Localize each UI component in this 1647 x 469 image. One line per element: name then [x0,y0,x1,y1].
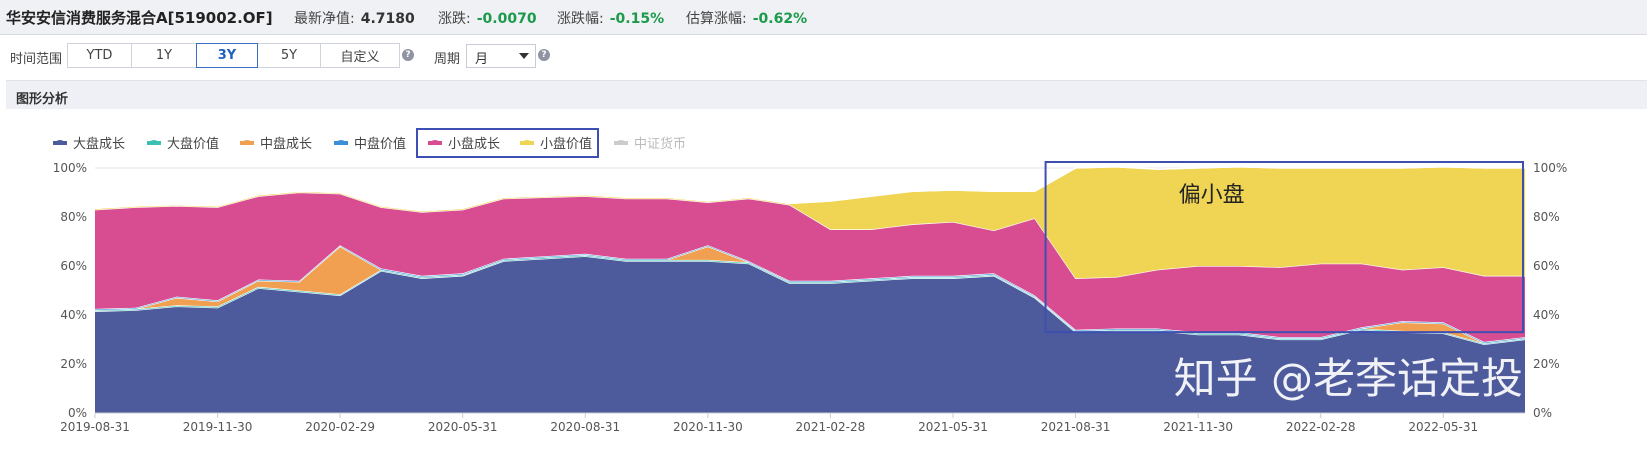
watermark: 知乎 @老李话定投 [1174,354,1523,403]
y-tick-label-left: 80% [60,210,87,224]
x-tick-label: 2021-11-30 [1163,420,1233,434]
x-tick-label: 2022-02-28 [1286,420,1356,434]
period-value: 月 [475,52,489,67]
range-button-group: YTD 1Y 3Y 5Y 自定义 [67,43,400,68]
period-label: 周期 [434,52,461,67]
legend-label: 中证货币 [634,136,686,152]
y-tick-label-left: 0% [68,406,87,420]
y-tick-label-right: 40% [1533,308,1560,322]
fund-title: 华安安信消费服务混合A[519002.OF] [6,9,273,27]
chevron-down-icon [519,53,529,59]
y-tick-label-right: 100% [1533,161,1567,175]
legend-label: 小盘价值 [540,136,592,152]
x-tick-label: 2020-05-31 [428,420,498,434]
x-tick-label: 2022-05-31 [1408,420,1478,434]
y-tick-label-left: 20% [60,357,87,371]
legend-label: 大盘价值 [167,136,219,152]
legend-swatch-base [334,141,348,145]
y-tick-label-right: 60% [1533,259,1560,273]
change-pct-value: -0.15% [609,11,665,27]
question-circle-icon[interactable]: ? [538,49,550,61]
legend-swatch-base [428,141,442,145]
change-pct-label: 涨跌幅: [557,11,604,27]
question-circle-icon[interactable]: ? [402,49,414,61]
est-value: -0.62% [752,11,808,27]
x-tick-label: 2021-08-31 [1041,420,1111,434]
est-stat: 估算涨幅: -0.62% [686,8,807,28]
x-tick-label: 2019-08-31 [60,420,130,434]
change-pct-stat: 涨跌幅: -0.15% [557,8,664,28]
legend-swatch-base [240,141,254,145]
x-tick-label: 2019-11-30 [183,420,253,434]
range-button-3y[interactable]: 3Y [196,43,258,68]
range-button-ytd[interactable]: YTD [67,43,132,68]
legend-swatch-base [614,141,628,145]
period-select[interactable]: 月 [466,44,536,68]
est-label: 估算涨幅: [686,11,747,27]
x-tick-label: 2021-02-28 [796,420,866,434]
annotation-label: 偏小盘 [1179,183,1245,208]
legend-label: 中盘成长 [260,136,312,152]
legend-swatch-base [147,141,161,145]
y-tick-label-right: 80% [1533,210,1560,224]
range-button-5y[interactable]: 5Y [257,43,321,68]
change-stat: 涨跌: -0.0070 [438,8,537,28]
legend-label: 大盘成长 [73,136,125,152]
range-button-custom[interactable]: 自定义 [320,43,400,68]
legend-swatch-base [53,141,67,145]
legend-label: 中盘价值 [354,136,406,152]
legend-swatch-base [520,141,534,145]
panel-title: 图形分析 [16,92,69,107]
panel-header: 图形分析 [6,80,1647,109]
y-tick-label-left: 60% [60,259,87,273]
x-tick-label: 2021-05-31 [918,420,988,434]
range-label: 时间范围 [10,52,63,67]
nav-label: 最新净值: [294,11,355,27]
legend-label: 小盘成长 [448,136,500,152]
nav-value: 4.7180 [360,11,415,27]
fund-header-bar: 华安安信消费服务混合A[519002.OF] 最新净值: 4.7180 涨跌: -0… [0,0,1647,35]
y-tick-label-left: 40% [60,308,87,322]
change-label: 涨跌: [438,11,471,27]
x-tick-label: 2020-11-30 [673,420,743,434]
x-tick-label: 2020-08-31 [550,420,620,434]
nav-stat: 最新净值: 4.7180 [294,8,415,28]
y-tick-label-left: 100% [53,161,87,175]
y-tick-label-right: 20% [1533,357,1560,371]
range-button-1y[interactable]: 1Y [131,43,197,68]
change-value: -0.0070 [476,11,537,27]
y-tick-label-right: 0% [1533,406,1552,420]
controls-bar: 时间范围 YTD 1Y 3Y 5Y 自定义 ? 周期 月 ? [0,35,1647,77]
x-tick-label: 2020-02-29 [305,420,375,434]
style-chart: 0% 0% 20% 20% 40% 40% 60% 60% 80% 80% 100% 100% 2019… [53,128,1567,434]
